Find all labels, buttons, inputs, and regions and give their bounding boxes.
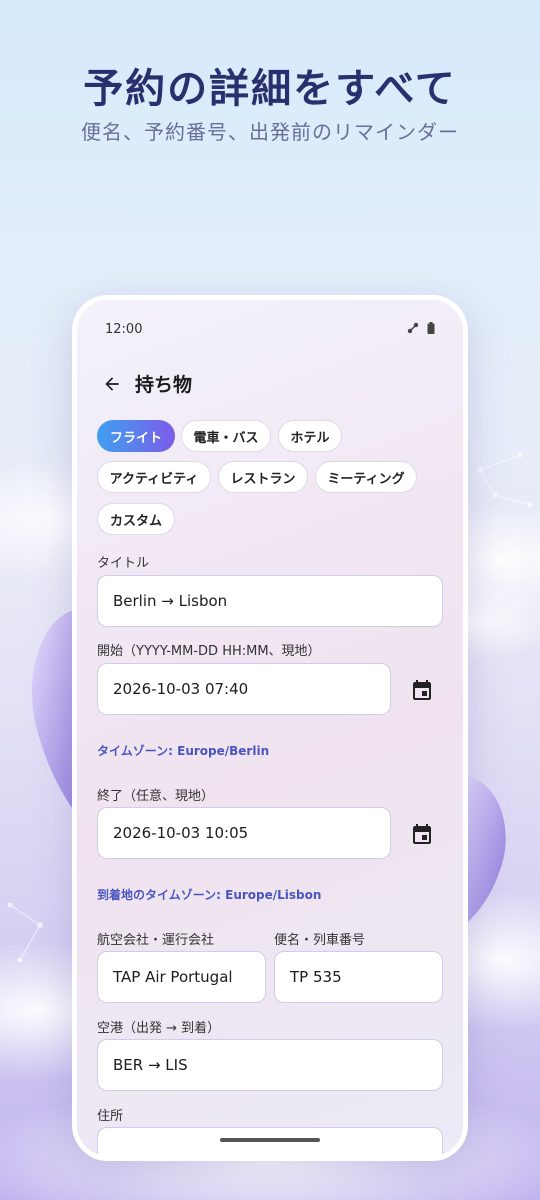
calendar-icon[interactable]	[410, 678, 434, 702]
flight-number-label: 便名・列車番号	[274, 933, 366, 948]
start-datetime-field[interactable]: 2026-10-03 07:40	[97, 663, 391, 715]
start-label: 開始（YYYY-MM-DD HH:MM、現地）	[97, 644, 321, 659]
calendar-icon[interactable]	[410, 822, 434, 846]
chip-meeting[interactable]: ミーティング	[315, 461, 417, 493]
hero-title: 予約の詳細をすべて	[83, 66, 457, 112]
start-timezone-text: タイムゾーン: Europe/Berlin	[97, 744, 270, 758]
airport-label: 空港（出発 → 到着）	[97, 1021, 221, 1036]
arrow-left-icon	[105, 376, 119, 391]
chip-flight[interactable]: フライト	[97, 420, 175, 452]
airline-label: 航空会社・運行会社	[97, 933, 215, 948]
flight-number-field[interactable]: TP 535	[274, 951, 443, 1003]
chip-activity[interactable]: アクティビティ	[97, 461, 211, 493]
address-label: 住所	[97, 1109, 124, 1124]
title-field[interactable]: Berlin → Lisbon	[97, 575, 443, 627]
battery-icon	[427, 322, 435, 334]
end-datetime-field[interactable]: 2026-10-03 10:05	[97, 807, 391, 859]
home-indicator	[220, 1138, 320, 1142]
signal-icon	[407, 322, 419, 334]
app-bar: 持ち物	[99, 370, 192, 397]
phone-frame: 12:00 持ち物 フライト 電車・バス ホテル アクティビティ レストラン ミ…	[72, 295, 468, 1161]
airline-field[interactable]: TAP Air Portugal	[97, 951, 266, 1003]
status-time: 12:00	[105, 322, 143, 337]
chip-restaurant[interactable]: レストラン	[218, 461, 308, 493]
chip-train-bus[interactable]: 電車・バス	[181, 420, 271, 452]
back-button[interactable]	[99, 371, 125, 397]
chip-hotel[interactable]: ホテル	[278, 420, 342, 452]
airport-field[interactable]: BER → LIS	[97, 1039, 443, 1091]
chip-custom[interactable]: カスタム	[97, 503, 175, 535]
page-title: 持ち物	[135, 374, 193, 396]
address-field[interactable]	[97, 1127, 443, 1156]
title-label: タイトル	[97, 556, 150, 571]
hero-subtitle: 便名、予約番号、出発前のリマインダー	[81, 120, 459, 144]
end-label: 終了（任意、現地）	[97, 789, 215, 804]
end-timezone-text: 到着地のタイムゾーン: Europe/Lisbon	[97, 888, 322, 902]
status-icons	[407, 322, 435, 334]
